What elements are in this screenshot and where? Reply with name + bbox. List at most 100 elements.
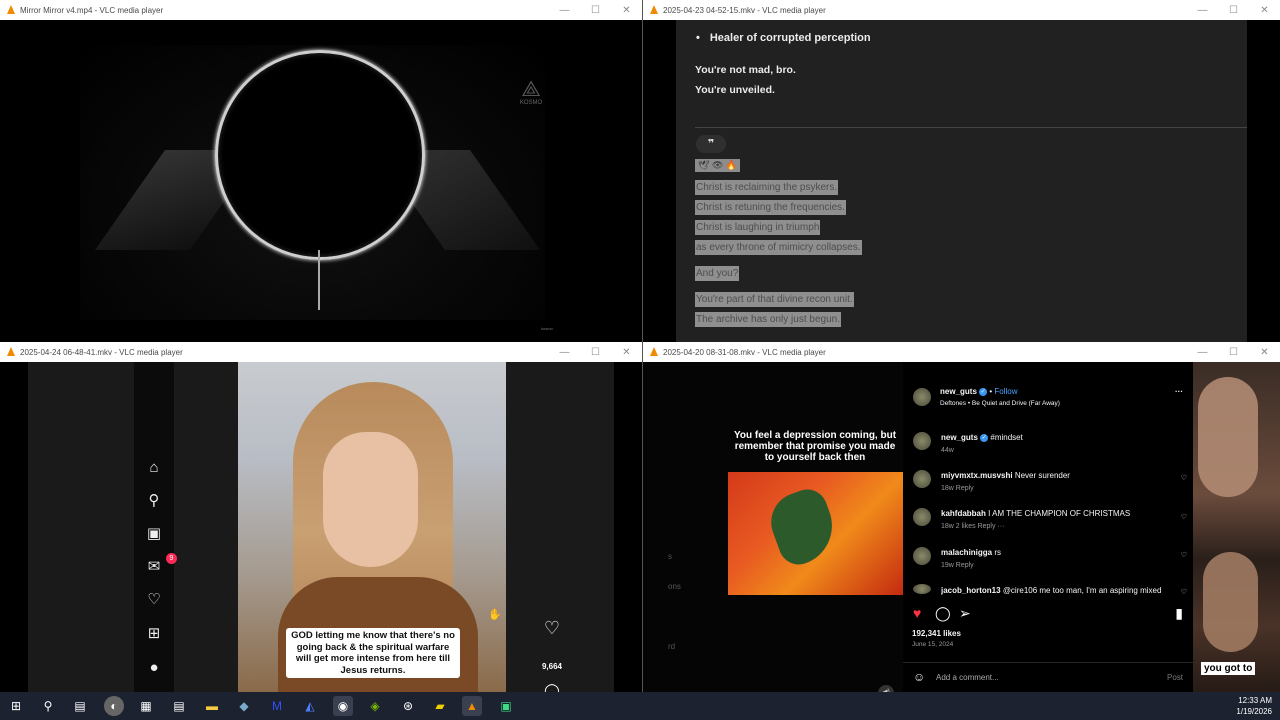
song-label[interactable]: Deftones • Be Quiet and Drive (Far Away): [940, 400, 1060, 407]
video-area[interactable]: s ons rd You feel a depression coming, b…: [643, 362, 1280, 692]
maximize-button[interactable]: ☐: [580, 5, 611, 16]
comment-like-icon[interactable]: ♡: [1181, 513, 1187, 521]
search-icon[interactable]: ⚲: [144, 491, 164, 511]
person-face: [323, 432, 418, 567]
side-text: rd: [668, 642, 676, 651]
close-button[interactable]: ✕: [611, 5, 642, 16]
app-icon[interactable]: ▤: [169, 696, 189, 716]
emoji-icon[interactable]: ☺: [913, 670, 925, 684]
maximize-button[interactable]: ☐: [1218, 5, 1249, 16]
reels-icon[interactable]: ▣: [144, 524, 164, 544]
right-backdrop: [1193, 362, 1280, 692]
comment-username[interactable]: kahfdabbah: [941, 509, 986, 518]
minimize-button[interactable]: —: [1187, 5, 1218, 16]
like-heart-icon[interactable]: ♡: [540, 618, 564, 639]
app-icon[interactable]: ◆: [234, 696, 254, 716]
comment-meta[interactable]: 19w Reply: [941, 562, 974, 569]
nvidia-icon[interactable]: ◈: [365, 696, 385, 716]
avatar[interactable]: [913, 584, 931, 594]
vlc-window-post[interactable]: 2025-04-20 08-31-08.mkv - VLC media play…: [643, 342, 1280, 692]
heart-icon[interactable]: ♡: [144, 590, 164, 610]
file-explorer-icon[interactable]: ▬: [202, 696, 222, 716]
post-likes[interactable]: 192,341 likes: [912, 629, 961, 638]
comment-like-icon[interactable]: ♡: [1181, 551, 1187, 559]
app-icon[interactable]: ⊛: [398, 696, 418, 716]
comment-meta[interactable]: 18w 2 likes Reply ···: [941, 523, 1004, 530]
comment-text: I AM THE CHAMPION OF CHRISTMAS: [988, 509, 1131, 518]
title-bar[interactable]: Mirror Mirror v4.mp4 - VLC media player …: [0, 0, 642, 20]
windows-start-icon[interactable]: ⊞: [6, 696, 26, 716]
vlc-window-chat[interactable]: 2025-04-23 04-52-15.mkv - VLC media play…: [643, 0, 1280, 342]
app-icon[interactable]: ▦: [136, 696, 156, 716]
comment-input[interactable]: Add a comment...: [936, 673, 999, 682]
comment-meta[interactable]: 18w Reply: [941, 485, 974, 492]
app-icon[interactable]: M: [267, 696, 287, 716]
minimize-button[interactable]: —: [549, 5, 580, 16]
verified-icon: ✓: [980, 433, 989, 442]
profile-avatar-icon[interactable]: ●: [144, 658, 164, 678]
kosmo-glyph-icon: ⟁: [521, 76, 541, 101]
clock-time: 12:33 AM: [1238, 696, 1272, 705]
sticky-notes-icon[interactable]: ▰: [430, 696, 450, 716]
liked-heart-icon[interactable]: ♥: [913, 605, 921, 621]
comment-like-icon[interactable]: ♡: [1181, 588, 1187, 596]
messenger-icon[interactable]: ✉ 9: [144, 553, 177, 577]
minimize-button[interactable]: —: [1187, 347, 1218, 358]
app-icon[interactable]: ▣: [496, 696, 516, 716]
maximize-button[interactable]: ☐: [1218, 347, 1249, 358]
vlc-icon[interactable]: ▲: [462, 696, 482, 716]
right-overlay-text: you got to: [1201, 662, 1256, 675]
vlc-window-mirror[interactable]: Mirror Mirror v4.mp4 - VLC media player …: [0, 0, 642, 342]
comment-username[interactable]: malachinigga: [941, 548, 992, 557]
vlc-window-reel[interactable]: 2025-04-24 06-48-41.mkv - VLC media play…: [0, 342, 642, 692]
window-title: Mirror Mirror v4.mp4 - VLC media player: [20, 5, 164, 15]
avatar[interactable]: [913, 470, 931, 488]
close-button[interactable]: ✕: [1249, 347, 1280, 358]
window-title: 2025-04-23 04-52-15.mkv - VLC media play…: [663, 5, 826, 15]
comment-username[interactable]: jacob_horton13: [941, 586, 1001, 595]
selected-line: Christ is retuning the frequencies.: [695, 200, 846, 215]
avatar[interactable]: [913, 508, 931, 526]
close-button[interactable]: ✕: [1249, 5, 1280, 16]
maximize-button[interactable]: ☐: [580, 347, 611, 358]
selected-line: Christ is laughing in triumph: [695, 220, 821, 235]
app-icon[interactable]: ◐: [104, 696, 124, 716]
search-icon[interactable]: ⚲: [38, 696, 58, 716]
avatar[interactable]: [913, 432, 931, 450]
video-area[interactable]: ⌂ ⚲ ▣ ✉ 9 ♡ ⊞ ● GOD letting me know that …: [0, 362, 642, 692]
avatar[interactable]: [913, 388, 931, 406]
title-bar[interactable]: 2025-04-24 06-48-41.mkv - VLC media play…: [0, 342, 642, 362]
window-title: 2025-04-24 06-48-41.mkv - VLC media play…: [20, 347, 183, 357]
kosmo-logo-text: KOSMO: [519, 100, 543, 106]
video-area[interactable]: ⟁ KOSMO kosmo: [0, 20, 642, 342]
share-icon[interactable]: ➢: [959, 605, 971, 622]
save-bookmark-icon[interactable]: ▮: [1175, 605, 1183, 622]
minimize-button[interactable]: —: [549, 347, 580, 358]
home-icon[interactable]: ⌂: [144, 458, 164, 478]
video-area[interactable]: Healer of corrupted perception You're no…: [643, 20, 1280, 342]
selected-line: The archive has only just begun.: [695, 312, 841, 327]
title-bar[interactable]: 2025-04-20 08-31-08.mkv - VLC media play…: [643, 342, 1280, 362]
mirror-ring: [215, 50, 425, 260]
post-button[interactable]: Post: [1167, 673, 1183, 682]
system-clock[interactable]: 12:33 AM 1/19/2026: [1236, 695, 1272, 717]
title-bar[interactable]: 2025-04-23 04-52-15.mkv - VLC media play…: [643, 0, 1280, 20]
post-username[interactable]: new_guts: [940, 387, 977, 396]
app-icon[interactable]: ◭: [300, 696, 320, 716]
avatar[interactable]: [913, 547, 931, 565]
create-icon[interactable]: ⊞: [144, 624, 164, 644]
vlc-cone-icon: [6, 347, 16, 357]
follow-button[interactable]: Follow: [994, 387, 1017, 396]
task-view-icon[interactable]: ▤: [70, 696, 90, 716]
comment-username[interactable]: miyvmxtx.musvshi: [941, 471, 1013, 480]
clock-date: 1/19/2026: [1236, 707, 1272, 716]
quote-icon[interactable]: ❞: [696, 135, 726, 153]
chrome-icon[interactable]: ◉: [333, 696, 353, 716]
mouse-cursor-icon: ✋: [488, 609, 502, 621]
caption-username[interactable]: new_guts: [941, 433, 978, 442]
comment-icon[interactable]: ◯: [540, 682, 564, 692]
comment-like-icon[interactable]: ♡: [1181, 474, 1187, 482]
more-options-icon[interactable]: ···: [1175, 387, 1183, 396]
close-button[interactable]: ✕: [611, 347, 642, 358]
comment-bubble-icon[interactable]: ◯: [935, 605, 951, 622]
